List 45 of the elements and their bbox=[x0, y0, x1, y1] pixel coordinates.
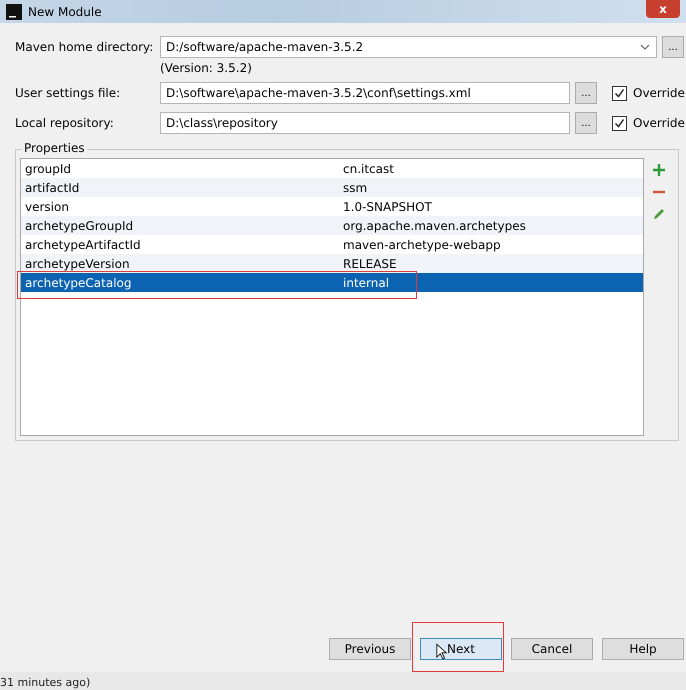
table-row[interactable]: archetypeCatalog internal bbox=[21, 273, 643, 292]
dialog-button[interactable]: Next bbox=[420, 638, 502, 660]
checkbox-label: Override bbox=[633, 86, 685, 100]
checkbox-label: Override bbox=[633, 116, 685, 130]
close-button[interactable]: x bbox=[646, 0, 680, 18]
chevron-icon bbox=[640, 44, 650, 50]
cursor-icon bbox=[436, 643, 448, 661]
property-value: maven-archetype-webapp bbox=[342, 238, 501, 252]
app-icon bbox=[6, 4, 22, 20]
table-row[interactable]: archetypeVersion RELEASE bbox=[21, 254, 643, 273]
browse-button[interactable]: ... bbox=[575, 112, 597, 134]
property-value: org.apache.maven.archetypes bbox=[342, 218, 526, 232]
add-icon[interactable] bbox=[652, 163, 666, 177]
dialog-button[interactable]: Help bbox=[602, 638, 684, 660]
override-checkbox[interactable] bbox=[612, 116, 627, 130]
property-value: 1.0-SNAPSHOT bbox=[342, 200, 432, 214]
field-label: Local repository: bbox=[15, 116, 115, 130]
field-label: Maven home directory: bbox=[15, 40, 154, 54]
property-value: RELEASE bbox=[342, 256, 397, 270]
browse-button[interactable]: ... bbox=[662, 36, 684, 58]
version-text: (Version: 3.5.2) bbox=[160, 61, 253, 75]
property-value: cn.itcast bbox=[342, 162, 394, 176]
group-title: Properties bbox=[22, 141, 87, 155]
property-name: artifactId bbox=[24, 180, 80, 194]
property-name: groupId bbox=[24, 162, 72, 176]
property-value: ssm bbox=[342, 180, 368, 194]
property-name: archetypeGroupId bbox=[24, 218, 134, 232]
table-row[interactable]: archetypeGroupId org.apache.maven.archetypes bbox=[21, 216, 643, 235]
property-name: archetypeArtifactId bbox=[24, 238, 142, 252]
maven-home-dropdown[interactable]: D:/software/apache-maven-3.5.2 bbox=[160, 36, 657, 58]
window-title: New Module bbox=[28, 4, 102, 18]
dialog-button[interactable]: Cancel bbox=[511, 638, 593, 660]
table-row[interactable]: artifactId ssm bbox=[21, 178, 643, 197]
property-name: archetypeVersion bbox=[24, 256, 131, 270]
dialog-button[interactable]: Previous bbox=[329, 638, 411, 660]
background-text: 31 minutes ago) bbox=[0, 676, 90, 690]
path-field[interactable]: D:\class\repository bbox=[160, 112, 570, 134]
browse-button[interactable]: ... bbox=[575, 82, 597, 104]
property-name: archetypeCatalog bbox=[24, 276, 132, 290]
field-label: User settings file: bbox=[15, 86, 122, 100]
property-value: internal bbox=[342, 276, 390, 290]
pencil-icon[interactable] bbox=[652, 207, 666, 221]
path-field[interactable]: D:\software\apache-maven-3.5.2\conf\settings.xml bbox=[160, 82, 570, 104]
property-name: version bbox=[24, 200, 70, 214]
override-checkbox[interactable] bbox=[612, 86, 627, 100]
